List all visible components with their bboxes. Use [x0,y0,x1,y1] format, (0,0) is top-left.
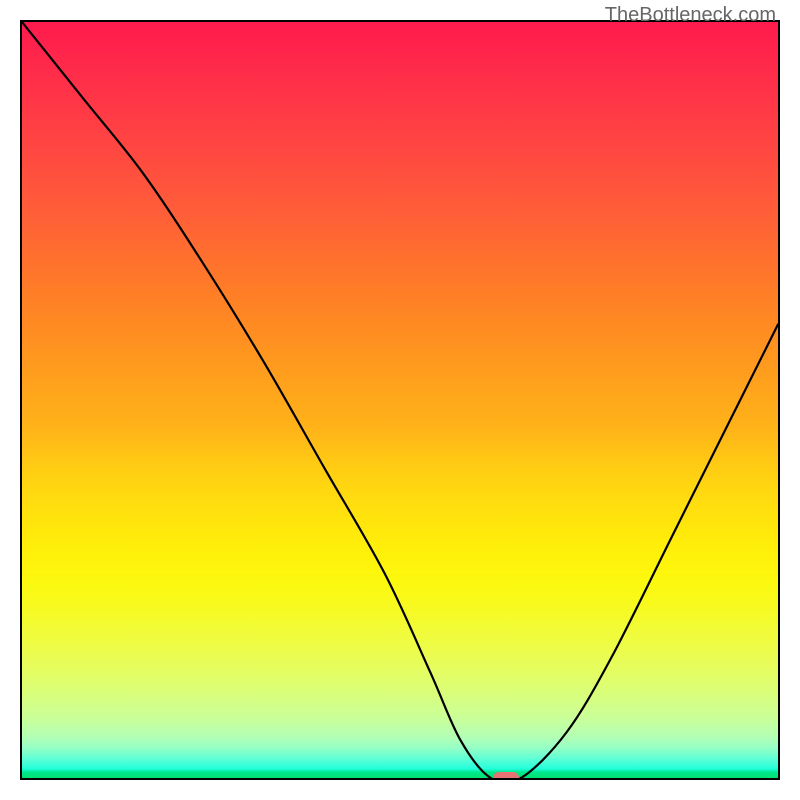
chart-container: TheBottleneck.com [0,0,800,800]
watermark-text: TheBottleneck.com [605,4,776,27]
optimum-marker [493,772,519,780]
plot-area [20,20,780,780]
bottleneck-curve [22,22,778,778]
